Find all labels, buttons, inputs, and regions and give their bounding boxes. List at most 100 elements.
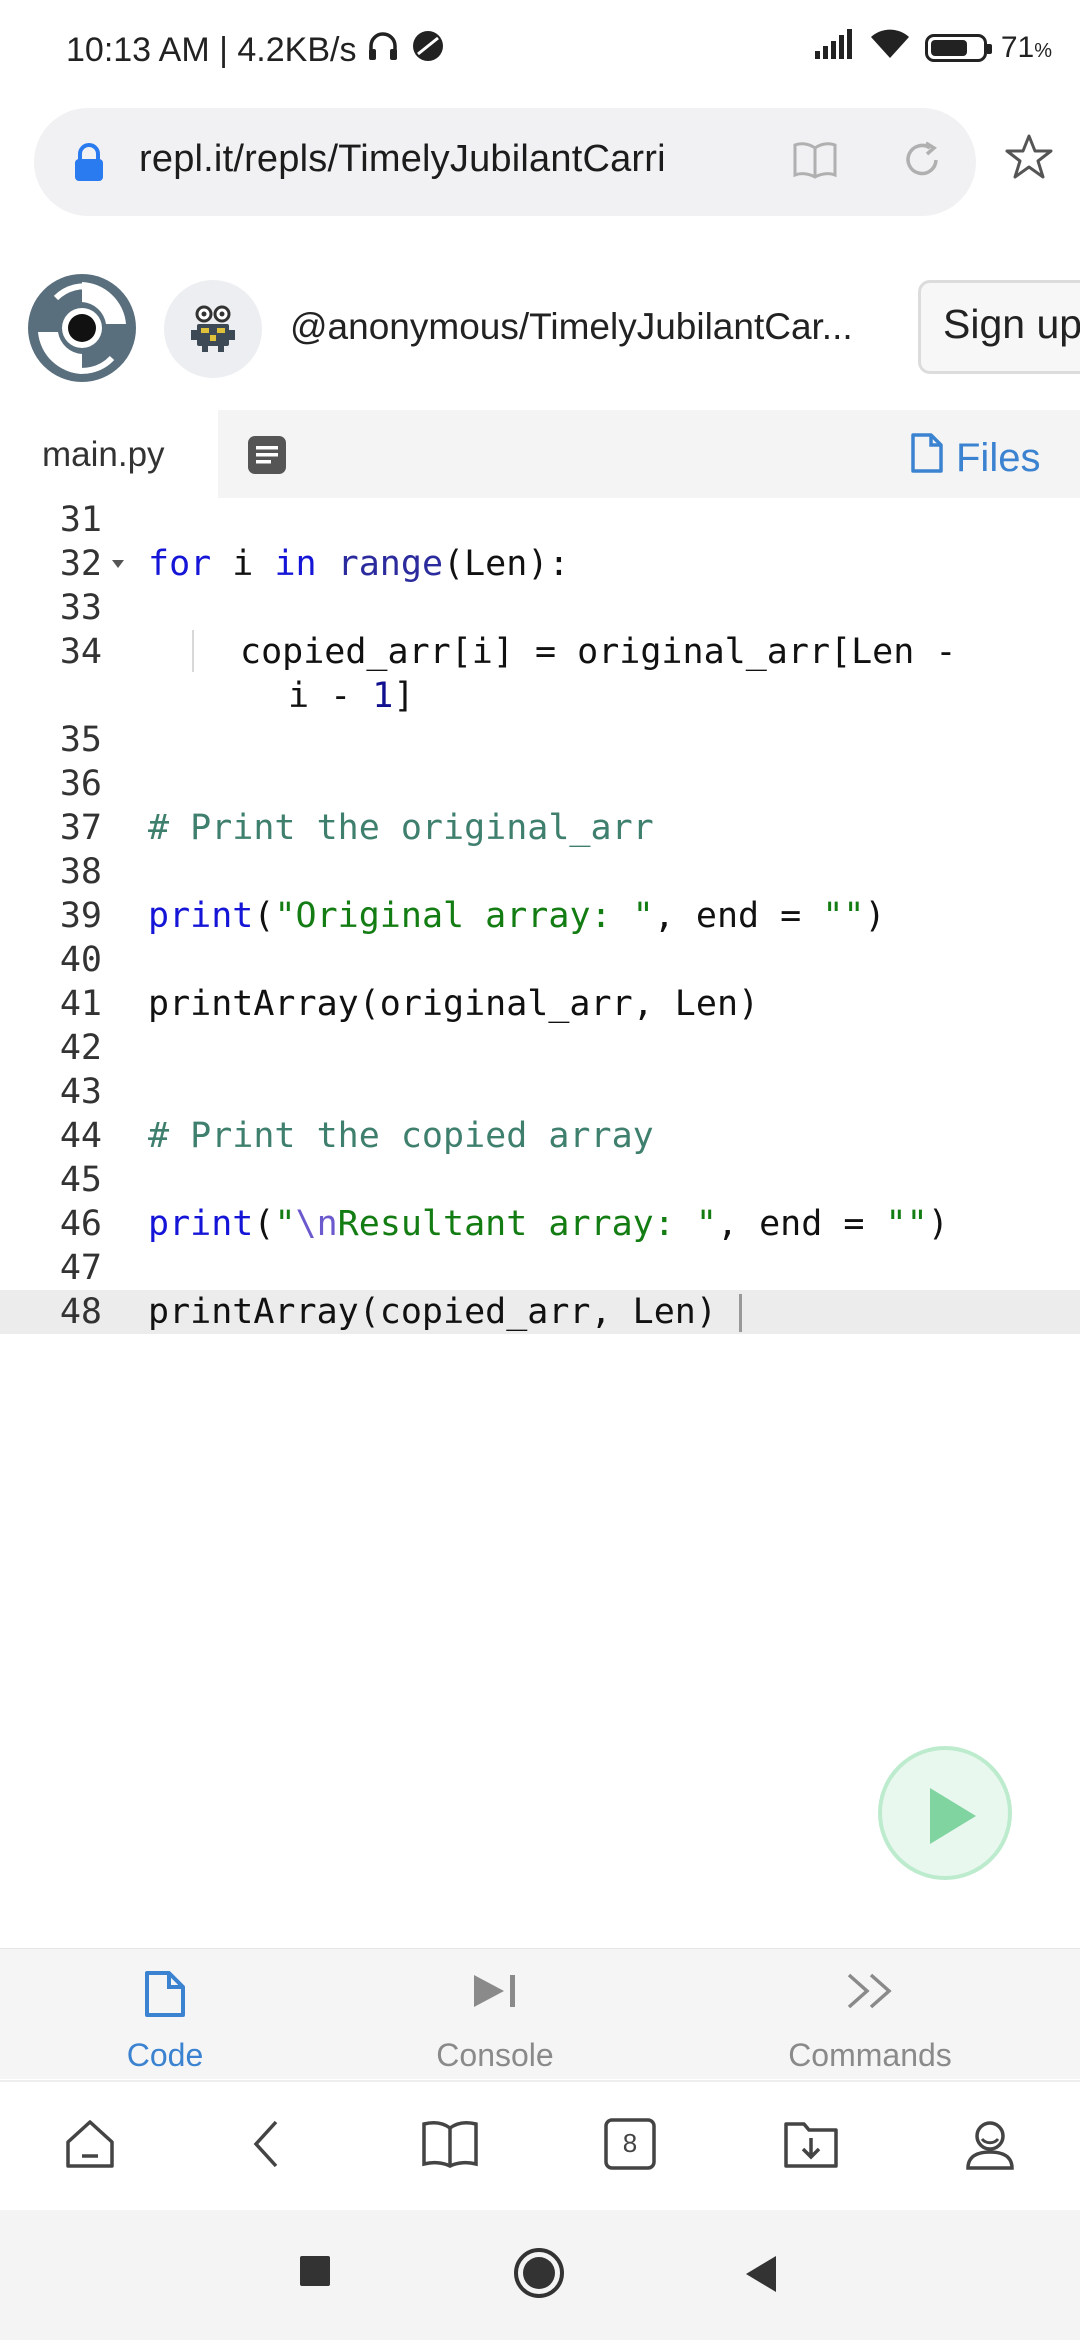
tabs-icon[interactable]: 8 [602,2116,658,2177]
chevrons-icon [843,1969,897,2018]
files-button[interactable]: Files [910,432,1040,484]
file-icon [910,432,944,484]
code-line[interactable]: 47 [0,1246,1080,1290]
android-nav-bar [0,2210,1080,2340]
comment: # Print the original_arr [148,808,654,848]
home-circle-icon[interactable] [512,2246,566,2305]
address-bar[interactable]: repl.it/repls/TimelyJubilantCarri [34,108,976,216]
code-line[interactable]: 32 for i in range(Len): [0,542,1080,586]
back-triangle-icon[interactable] [742,2254,780,2299]
status-bar: 10:13 AM | 4.2KB/s 71% [0,0,1080,100]
replit-logo[interactable] [26,272,138,384]
nav-commands[interactable]: Commands [760,1949,980,2079]
battery-percent: 71% [1001,31,1052,65]
file-icon [143,1969,187,2024]
code-text: copied_arr[i] = original_arr[Len - [240,632,957,672]
code-line[interactable]: 45 [0,1158,1080,1202]
code-line[interactable]: 31 [0,498,1080,542]
repl-bottom-nav: Code Console Commands [0,1948,1080,2079]
comment: # Print the copied array [148,1116,654,1156]
code-line[interactable]: 41 printArray(original_arr, Len) [0,982,1080,1026]
time-speed: 10:13 AM | 4.2KB/s [66,31,357,69]
code-line[interactable]: 44 # Print the copied array [0,1114,1080,1158]
code-line[interactable]: 38 [0,850,1080,894]
status-left: 10:13 AM | 4.2KB/s [66,28,446,73]
nav-console-label: Console [436,2037,554,2073]
nav-console[interactable]: Console [385,1949,605,2079]
line-number: 43 [59,1072,102,1112]
run-button[interactable] [878,1746,1012,1880]
signal-icon [813,29,855,67]
profile-icon[interactable] [962,2116,1018,2177]
code-rest: (Len): [443,544,570,584]
code-part: ( [253,896,275,936]
status-right: 71% [813,28,1052,68]
line-number: 35 [59,720,102,760]
code-line[interactable]: 35 [0,718,1080,762]
code-line[interactable]: 43 [0,1070,1080,1114]
recents-icon[interactable] [298,2254,332,2293]
files-label: Files [956,435,1041,480]
code-line[interactable]: 34 copied_arr[i] = original_arr[Len - i … [0,630,1080,718]
code-part: printArray(copied_arr, Len) [148,1292,717,1332]
play-icon [930,1788,976,1844]
code-line[interactable]: 33 [0,586,1080,630]
builtin: range [316,544,444,584]
repl-name[interactable]: @anonymous/TimelyJubilantCar... [290,306,853,348]
vpn-icon [410,28,446,73]
nav-code[interactable]: Code [55,1949,275,2079]
headphones-icon [366,29,400,72]
line-number: 47 [59,1248,102,1288]
lock-icon[interactable] [72,142,106,187]
star-icon[interactable] [1004,133,1054,186]
line-number: 46 [59,1204,102,1244]
code-text: printArray(original_arr, Len) [148,984,760,1024]
battery-icon [924,34,992,62]
code-part: ) [864,896,886,936]
bookmarks-icon[interactable] [420,2116,480,2177]
document-icon[interactable] [246,434,288,481]
avatar[interactable] [164,280,262,378]
line-number: 42 [59,1028,102,1068]
code-text: printArray(copied_arr, Len) [148,1292,742,1332]
url-text[interactable]: repl.it/repls/TimelyJubilantCarri [139,138,666,181]
repl-header: @anonymous/TimelyJubilantCar... Sign up [0,260,1080,400]
code-part: ( [253,1204,275,1244]
line-number: 40 [59,940,102,980]
indent-guide [192,630,194,672]
string: "Original array: " [274,896,654,936]
battery-fill [930,40,967,56]
code-editor[interactable]: 31 32 for i in range(Len): 33 34 copied_… [0,498,1080,1338]
nav-code-label: Code [126,2037,204,2073]
code-line[interactable]: 36 [0,762,1080,806]
line-number: 44 [59,1116,102,1156]
line-number: 41 [59,984,102,1024]
code-text: print("Original array: ", end = "") [148,896,886,936]
back-icon[interactable] [246,2116,286,2177]
reload-icon[interactable] [900,138,944,187]
wifi-icon [869,28,911,68]
code-line[interactable]: 42 [0,1026,1080,1070]
code-line[interactable]: 39 print("Original array: ", end = "") [0,894,1080,938]
reader-mode-icon[interactable] [792,140,838,185]
escape-sequence: \n [295,1204,338,1244]
code-line[interactable]: 37 # Print the original_arr [0,806,1080,850]
downloads-icon[interactable] [782,2116,840,2177]
editor-tab-bar: main.py Files [0,410,1080,498]
string: "" [822,896,865,936]
battery-unit: % [1034,40,1052,62]
line-number: 37 [59,808,102,848]
browser-toolbar: 8 [0,2080,1080,2210]
text-cursor [738,1294,742,1332]
home-icon[interactable] [62,2116,118,2177]
fold-arrow-icon[interactable] [112,560,124,568]
line-number: 34 [59,632,102,672]
code-line[interactable]: 46 print("\nResultant array: ", end = ""… [0,1202,1080,1246]
tab-main-py[interactable]: main.py [0,410,218,498]
code-part: , end = [716,1204,886,1244]
sign-up-button[interactable]: Sign up [918,280,1080,374]
tab-count: 8 [622,2128,638,2158]
code-line-active[interactable]: 48 printArray(copied_arr, Len) [0,1290,1080,1334]
code-line[interactable]: 40 [0,938,1080,982]
nav-commands-label: Commands [788,2037,952,2073]
